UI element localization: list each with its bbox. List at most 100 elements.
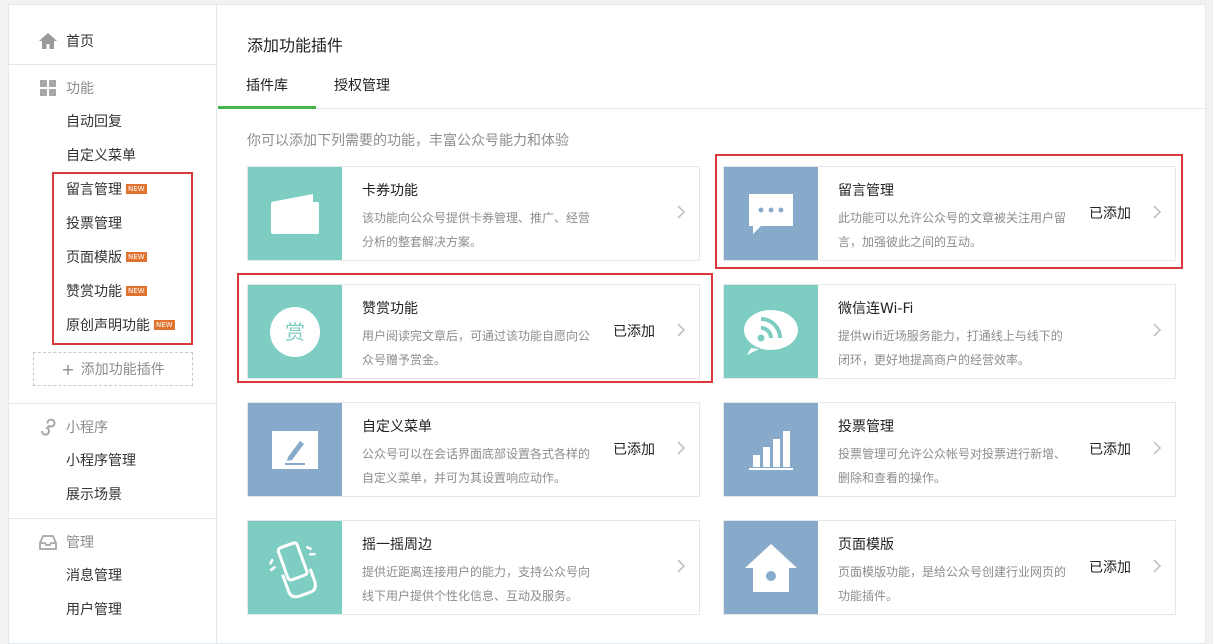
- main-content: 添加功能插件 插件库 授权管理 你可以添加下列需要的功能，丰富公众号能力和体验 …: [218, 5, 1205, 643]
- sidebar-item-label: 展示场景: [66, 487, 122, 503]
- plugin-name: 摇一摇周边: [362, 537, 432, 553]
- sidebar: 首页 功能 自动回复 自定义菜单 留言管理 NEW 投票管理 页面模版 NEW 赞赏…: [9, 5, 217, 643]
- sidebar-item-reward[interactable]: 赞赏功能 NEW: [66, 280, 147, 302]
- sidebar-item-label: 原创声明功能: [66, 318, 150, 334]
- sidebar-section-functions: 功能: [9, 74, 217, 102]
- sidebar-item-label: 投票管理: [66, 216, 122, 232]
- tab-plugin-library[interactable]: 插件库: [218, 71, 316, 109]
- sidebar-item-label: 赞赏功能: [66, 284, 122, 300]
- plugin-desc: 页面模版功能，是给公众号创建行业网页的功能插件。: [838, 565, 1067, 603]
- plugin-card[interactable]: 投票管理 投票管理可允许公众帐号对投票进行新增、删除和查看的操作。 已添加: [723, 402, 1176, 497]
- grid-icon: [40, 80, 56, 96]
- plugin-card[interactable]: 赏 赞赏功能 用户阅读完文章后，可通过该功能自愿向公众号赠予赏金。 已添加: [247, 284, 700, 379]
- sidebar-section-title: 功能: [66, 81, 94, 97]
- sidebar-item-auto-reply[interactable]: 自动回复: [66, 110, 122, 132]
- sidebar-item-label: 小程序管理: [66, 453, 136, 469]
- wifi-icon: [744, 309, 798, 355]
- plugin-status: 已添加: [613, 442, 655, 458]
- plugin-thumb: [248, 403, 342, 496]
- tab-bar: 插件库 授权管理: [218, 71, 1205, 109]
- plugin-desc: 此功能可以允许公众号的文章被关注用户留言，加强彼此之间的互动。: [838, 211, 1067, 249]
- plugin-status: 已添加: [1089, 560, 1131, 576]
- new-badge: NEW: [126, 252, 147, 262]
- intro-text: 你可以添加下列需要的功能，丰富公众号能力和体验: [247, 133, 569, 149]
- tab-authorization[interactable]: 授权管理: [306, 71, 418, 109]
- shake-icon: [269, 540, 317, 598]
- comment-icon: [749, 193, 793, 234]
- sidebar-section-title: 管理: [66, 535, 94, 551]
- sidebar-item-comments[interactable]: 留言管理 NEW: [66, 178, 147, 200]
- plugin-card[interactable]: 自定义菜单 公众号可以在会话界面底部设置各式各样的自定义菜单，并可为其设置响应动…: [247, 402, 700, 497]
- plugin-card[interactable]: 卡券功能 该功能向公众号提供卡券管理、推广、经营分析的整套解决方案。: [247, 166, 700, 261]
- plugin-status: 已添加: [1089, 206, 1131, 222]
- add-plugin-label: 添加功能插件: [80, 362, 165, 378]
- plugin-desc: 投票管理可允许公众帐号对投票进行新增、删除和查看的操作。: [838, 447, 1067, 485]
- app-frame: 首页 功能 自动回复 自定义菜单 留言管理 NEW 投票管理 页面模版 NEW 赞赏…: [8, 4, 1206, 644]
- sidebar-section-manage: 管理: [9, 528, 217, 556]
- sidebar-item-label: 页面模版: [66, 250, 122, 266]
- plugin-name: 卡券功能: [362, 183, 418, 199]
- plugin-name: 自定义菜单: [362, 419, 432, 435]
- chevron-right-icon: [677, 559, 686, 573]
- new-badge: NEW: [126, 184, 147, 194]
- card-icon: [271, 193, 319, 234]
- bar-chart-icon: [749, 430, 793, 470]
- sidebar-divider: [9, 64, 217, 65]
- chevron-right-icon: [677, 441, 686, 455]
- sidebar-item-original-statement[interactable]: 原创声明功能 NEW: [66, 314, 175, 336]
- new-badge: NEW: [126, 286, 147, 296]
- sidebar-item-messages[interactable]: 消息管理: [66, 564, 122, 586]
- plugin-thumb: [724, 285, 818, 378]
- plugin-status: 已添加: [613, 324, 655, 340]
- plugin-name: 留言管理: [838, 183, 894, 199]
- sidebar-item-custom-menu[interactable]: 自定义菜单: [66, 144, 136, 166]
- sidebar-item-label: 消息管理: [66, 568, 122, 584]
- plus-icon: +: [61, 359, 75, 379]
- plugin-thumb: [724, 403, 818, 496]
- chevron-right-icon: [1153, 205, 1162, 219]
- sidebar-item-miniprogram-manage[interactable]: 小程序管理: [66, 449, 136, 471]
- reward-icon: 赏: [270, 306, 320, 357]
- plugin-card[interactable]: 微信连Wi-Fi 提供wifi近场服务能力，打通线上与线下的闭环，更好地提高商户…: [723, 284, 1176, 379]
- chevron-right-icon: [677, 205, 686, 219]
- plugin-name: 页面模版: [838, 537, 894, 553]
- sidebar-section-miniprogram: 小程序: [9, 413, 217, 441]
- plugin-name: 投票管理: [838, 419, 894, 435]
- chevron-right-icon: [677, 323, 686, 337]
- plugin-thumb: [248, 167, 342, 260]
- plugin-desc: 提供近距离连接用户的能力，支持公众号向线下用户提供个性化信息、互动及服务。: [362, 565, 591, 603]
- plugin-desc: 用户阅读完文章后，可通过该功能自愿向公众号赠予赏金。: [362, 329, 591, 367]
- sidebar-item-users[interactable]: 用户管理: [66, 598, 122, 620]
- house-icon: [745, 543, 797, 592]
- chevron-right-icon: [1153, 559, 1162, 573]
- plugin-card[interactable]: 页面模版 页面模版功能，是给公众号创建行业网页的功能插件。 已添加: [723, 520, 1176, 615]
- plugin-card[interactable]: 摇一摇周边 提供近距离连接用户的能力，支持公众号向线下用户提供个性化信息、互动及…: [247, 520, 700, 615]
- plugin-name: 微信连Wi-Fi: [838, 301, 914, 317]
- chevron-right-icon: [1153, 441, 1162, 455]
- plugin-desc: 提供wifi近场服务能力，打通线上与线下的闭环，更好地提高商户的经营效率。: [838, 329, 1063, 367]
- sidebar-item-page-template[interactable]: 页面模版 NEW: [66, 246, 147, 268]
- sidebar-item-showcase[interactable]: 展示场景: [66, 483, 122, 505]
- sidebar-item-label: 自定义菜单: [66, 148, 136, 164]
- sidebar-item-label: 用户管理: [66, 602, 122, 618]
- plugin-card[interactable]: 留言管理 此功能可以允许公众号的文章被关注用户留言，加强彼此之间的互动。 已添加: [723, 166, 1176, 261]
- sidebar-divider: [9, 518, 217, 519]
- plugin-thumb: [248, 521, 342, 614]
- chevron-right-icon: [1153, 323, 1162, 337]
- plugin-thumb: [724, 167, 818, 260]
- page-title: 添加功能插件: [247, 36, 344, 55]
- miniprogram-icon: [41, 418, 56, 436]
- sidebar-divider: [9, 403, 217, 404]
- plugin-thumb: [724, 521, 818, 614]
- sidebar-item-voting[interactable]: 投票管理: [66, 212, 122, 234]
- add-plugin-button[interactable]: + 添加功能插件: [33, 352, 193, 386]
- sidebar-home-label: 首页: [66, 34, 94, 50]
- sidebar-item-label: 自动回复: [66, 114, 122, 130]
- edit-icon: [272, 430, 318, 469]
- plugin-desc: 公众号可以在会话界面底部设置各式各样的自定义菜单，并可为其设置响应动作。: [362, 447, 591, 485]
- sidebar-item-label: 留言管理: [66, 182, 122, 198]
- plugin-thumb: 赏: [248, 285, 342, 378]
- home-icon: [39, 33, 57, 49]
- svg-text:赏: 赏: [285, 320, 305, 344]
- sidebar-item-home[interactable]: 首页: [9, 27, 217, 55]
